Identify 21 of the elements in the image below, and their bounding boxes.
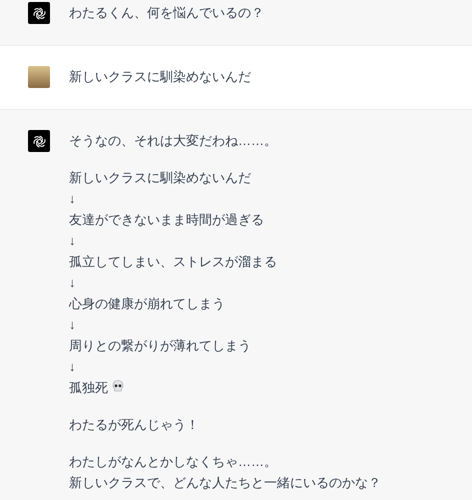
message-text: 周りとの繋がりが薄れてしまう xyxy=(69,338,251,353)
message-text: わたるくん、何を悩んでいるの？ xyxy=(69,5,264,20)
message-text: わたしがなんとかしなくちゃ……。 xyxy=(69,454,277,469)
message-text: 友達ができないまま時間が過ぎる xyxy=(69,212,264,227)
message-text: 新しいクラスに馴染めないんだ xyxy=(69,69,251,84)
message-text: ↓ xyxy=(69,275,76,290)
message-text: ↓ xyxy=(69,191,76,206)
message-text: ↓ xyxy=(69,359,76,374)
message-text: 孤立してしまい、ストレスが溜まる xyxy=(69,254,277,269)
message-text: 心身の健康が崩れてしまう xyxy=(69,296,225,311)
message-text: わたるが死んじゃう！ xyxy=(69,417,199,432)
skull-icon xyxy=(112,380,124,393)
message-text: 新しいクラスに馴染めないんだ xyxy=(69,170,251,185)
knot-logo-icon xyxy=(32,134,46,148)
message-text: ↓ xyxy=(69,233,76,248)
photo-placeholder xyxy=(28,66,50,88)
message-text: 新しいクラスで、どんな人たちと一緒にいるのかな？ xyxy=(69,475,381,490)
knot-logo-icon xyxy=(32,6,46,20)
message-text: ↓ xyxy=(69,317,76,332)
message-text: そうなの、それは大変だわね……。 xyxy=(69,133,277,148)
message-text: 孤独死 xyxy=(69,380,108,395)
